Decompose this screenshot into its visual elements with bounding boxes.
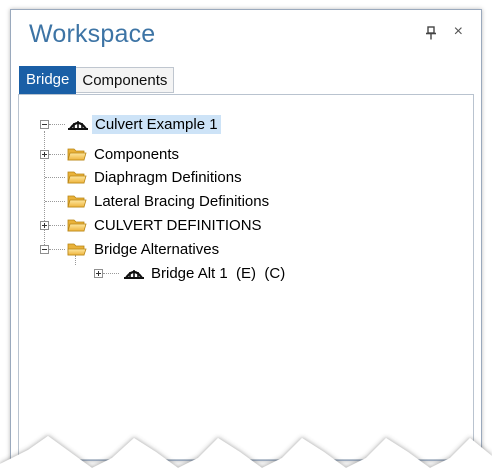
tree-line (49, 249, 65, 250)
tree-node-diaphragm-definitions[interactable]: Diaphragm Definitions (67, 166, 245, 188)
tree-node-label: Lateral Bracing Definitions (94, 192, 270, 210)
pin-icon[interactable] (425, 26, 437, 40)
tree-line (45, 177, 65, 178)
tree-node-lateral-bracing-definitions[interactable]: Lateral Bracing Definitions (67, 190, 272, 212)
folder-open-icon (67, 241, 87, 257)
folder-icon (67, 217, 87, 233)
tree-line (49, 154, 65, 155)
tree-node-label: Culvert Example 1 (92, 114, 221, 134)
tree-node-culvert-example-1[interactable]: Culvert Example 1 (67, 113, 221, 135)
tab-components[interactable]: Components (76, 67, 175, 93)
close-icon[interactable]: × (454, 22, 463, 42)
tree-node-components[interactable]: Components (67, 143, 182, 165)
workspace-panel: Workspace × Bridge Components Culvert Ex… (10, 9, 482, 461)
folder-icon (67, 146, 87, 162)
tree-line (49, 225, 65, 226)
root-collapse-toggle[interactable] (40, 120, 49, 129)
tab-bridge[interactable]: Bridge (19, 66, 77, 94)
expand-toggle[interactable] (40, 221, 49, 230)
folder-icon (67, 193, 87, 209)
tree-line (49, 124, 65, 125)
title-bar: Workspace × (11, 10, 481, 62)
tree-line (103, 273, 119, 274)
tree-view[interactable]: Culvert Example 1 Components Diaphragm D… (18, 94, 474, 460)
folder-icon (67, 169, 87, 185)
expand-toggle[interactable] (40, 150, 49, 159)
tree-node-label: Bridge Alt 1 (E) (C) (151, 264, 286, 282)
tree-node-bridge-alternatives[interactable]: Bridge Alternatives (67, 238, 222, 260)
expand-toggle[interactable] (94, 269, 103, 278)
bridge-icon (123, 265, 145, 281)
tree-line (45, 201, 65, 202)
bridge-icon (67, 116, 89, 132)
tree-node-label: Components (94, 145, 180, 163)
tree-node-label: Diaphragm Definitions (94, 168, 242, 186)
tab-strip: Bridge Components (19, 66, 175, 94)
tree-node-culvert-definitions[interactable]: CULVERT DEFINITIONS (67, 214, 265, 236)
tree-node-label: CULVERT DEFINITIONS (94, 216, 262, 234)
tree-node-label: Bridge Alternatives (94, 240, 220, 258)
panel-title: Workspace (29, 20, 156, 48)
tree-node-bridge-alt-1[interactable]: Bridge Alt 1 (E) (C) (123, 262, 288, 284)
collapse-toggle[interactable] (40, 245, 49, 254)
torn-edge-decoration (0, 436, 492, 472)
